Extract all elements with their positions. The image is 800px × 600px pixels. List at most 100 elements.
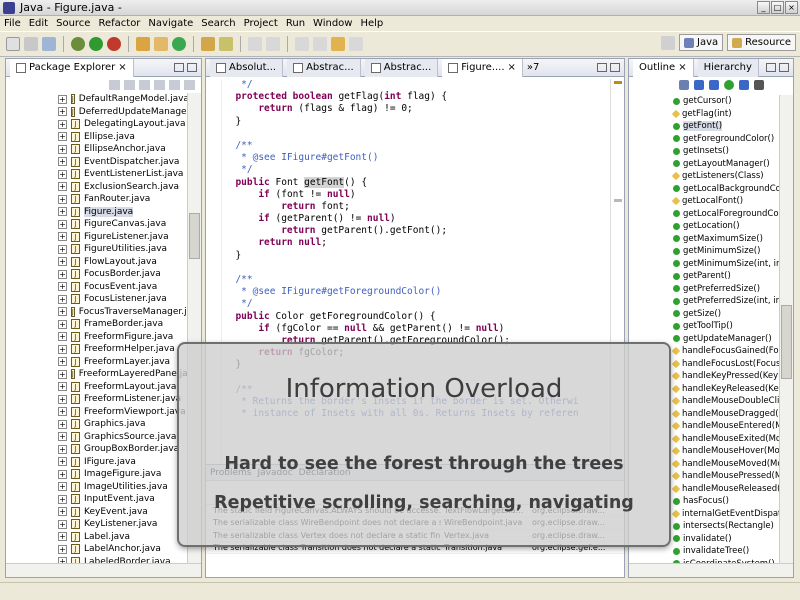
expand-icon[interactable]: + — [58, 182, 67, 192]
package-tree-item[interactable]: + J Figure.java — [6, 206, 187, 219]
expand-icon[interactable]: + — [58, 369, 67, 379]
package-tree-item[interactable]: + J GroupBoxBorder.java — [6, 443, 187, 456]
package-tree-item[interactable]: + J ImageFigure.java — [6, 468, 187, 481]
edit-icon[interactable] — [248, 37, 262, 51]
expand-icon[interactable]: + — [58, 132, 67, 142]
package-tree-item[interactable]: + J KeyListener.java — [6, 518, 187, 531]
maximize-view-icon[interactable] — [610, 63, 620, 72]
expand-icon[interactable]: + — [58, 219, 67, 229]
next-annotation-icon[interactable] — [295, 37, 309, 51]
open-type-icon[interactable] — [201, 37, 215, 51]
up-nav-icon[interactable] — [139, 80, 150, 90]
package-tree-item[interactable]: + J Label.java — [6, 531, 187, 544]
package-tree-item[interactable]: + J EventListenerList.java — [6, 168, 187, 181]
package-tree-item[interactable]: + J FigureCanvas.java — [6, 218, 187, 231]
debug-icon[interactable] — [71, 37, 85, 51]
new-icon[interactable] — [6, 37, 20, 51]
scrollbar-thumb[interactable] — [781, 305, 792, 379]
package-tree-item[interactable]: + J FocusEvent.java — [6, 281, 187, 294]
expand-icon[interactable]: + — [58, 244, 67, 254]
package-tree-item[interactable]: + J FreeformFigure.java — [6, 331, 187, 344]
outline-item[interactable]: getPreferredSize() — [629, 283, 779, 296]
outline-scrollbar[interactable] — [779, 95, 793, 563]
view-menu-icon[interactable] — [184, 80, 195, 90]
collapse-all-icon[interactable] — [154, 80, 165, 90]
outline-item[interactable]: getToolTip() — [629, 320, 779, 333]
package-tree-item[interactable]: + J FreeformViewport.java — [6, 406, 187, 419]
outline-item[interactable]: getLocalBackgroundColo — [629, 183, 779, 196]
outline-item[interactable]: getListeners(Class) — [629, 170, 779, 183]
expand-icon[interactable]: + — [58, 282, 67, 292]
package-tree-item[interactable]: + J FreeformLayeredPane.java — [6, 368, 187, 381]
expand-icon[interactable]: + — [58, 419, 67, 429]
package-tree-item[interactable]: + J FocusTraverseManager.jav — [6, 306, 187, 319]
package-tree-item[interactable]: + J ExclusionSearch.java — [6, 181, 187, 194]
outline-item[interactable]: getMinimumSize(int, int) — [629, 258, 779, 271]
expand-icon[interactable]: + — [58, 157, 67, 167]
close-button[interactable]: × — [785, 1, 798, 14]
outline-item[interactable]: getFlag(int) — [629, 108, 779, 121]
hide-nonpublic-icon[interactable] — [724, 80, 734, 90]
previous-annotation-icon[interactable] — [313, 37, 327, 51]
menu-item-search[interactable]: Search — [201, 18, 235, 29]
package-tree-item[interactable]: + J FreeformLayer.java — [6, 356, 187, 369]
outline-item[interactable]: getParent() — [629, 270, 779, 283]
package-tree-item[interactable]: + J FigureListener.java — [6, 231, 187, 244]
expand-icon[interactable]: + — [58, 394, 67, 404]
expand-icon[interactable]: + — [58, 532, 67, 542]
package-tree-item[interactable]: + J ImageUtilities.java — [6, 481, 187, 494]
sort-icon[interactable] — [679, 80, 689, 90]
back-nav-icon[interactable] — [109, 80, 120, 90]
back-icon[interactable] — [331, 37, 345, 51]
expand-icon[interactable]: + — [58, 307, 67, 317]
menu-item-navigate[interactable]: Navigate — [148, 18, 193, 29]
outline-item[interactable]: getForegroundColor() — [629, 133, 779, 146]
outline-item[interactable]: getMaximumSize() — [629, 233, 779, 246]
package-tree-item[interactable]: + J DefaultRangeModel.java — [6, 93, 187, 106]
save-icon[interactable] — [24, 37, 38, 51]
search-icon[interactable] — [219, 37, 233, 51]
new-class-icon[interactable] — [154, 37, 168, 51]
close-icon[interactable]: × — [118, 62, 126, 73]
editor-tab[interactable]: Absolut... — [210, 58, 284, 77]
print-icon[interactable] — [42, 37, 56, 51]
menu-item-window[interactable]: Window — [313, 18, 352, 29]
outline-item[interactable]: getSize() — [629, 308, 779, 321]
expand-icon[interactable]: + — [58, 544, 67, 554]
expand-icon[interactable]: + — [58, 482, 67, 492]
hide-fields-icon[interactable] — [694, 80, 704, 90]
occurrence-marker[interactable] — [614, 199, 622, 202]
hide-local-types-icon[interactable] — [739, 80, 749, 90]
expand-icon[interactable]: + — [58, 457, 67, 467]
expand-icon[interactable]: + — [58, 194, 67, 204]
expand-icon[interactable]: + — [58, 107, 67, 117]
expand-icon[interactable]: + — [58, 344, 67, 354]
view-menu-icon[interactable] — [754, 80, 764, 90]
minimize-view-icon[interactable] — [174, 63, 184, 72]
minimize-button[interactable]: _ — [757, 1, 770, 14]
expand-icon[interactable]: + — [58, 169, 67, 179]
package-tree-item[interactable]: + J FlowLayout.java — [6, 256, 187, 269]
editor-tab[interactable]: Abstrac... — [364, 58, 439, 77]
expand-icon[interactable]: + — [58, 494, 67, 504]
package-tree-item[interactable]: + J Ellipse.java — [6, 131, 187, 144]
package-tree-item[interactable]: + J FocusBorder.java — [6, 268, 187, 281]
expand-icon[interactable]: + — [58, 119, 67, 129]
expand-icon[interactable]: + — [58, 357, 67, 367]
package-tree-item[interactable]: + J Graphics.java — [6, 418, 187, 431]
expand-icon[interactable]: + — [58, 507, 67, 517]
package-tree-item[interactable]: + J GraphicsSource.java — [6, 431, 187, 444]
expand-icon[interactable]: + — [58, 469, 67, 479]
outline-item[interactable]: getCursor() — [629, 95, 779, 108]
expand-icon[interactable]: + — [58, 257, 67, 267]
menu-item-file[interactable]: File — [4, 18, 21, 29]
menu-item-help[interactable]: Help — [360, 18, 383, 29]
expand-icon[interactable]: + — [58, 144, 67, 154]
minimize-view-icon[interactable] — [766, 63, 776, 72]
expand-icon[interactable]: + — [58, 319, 67, 329]
package-tree-item[interactable]: + J FanRouter.java — [6, 193, 187, 206]
outline-item[interactable]: getLocalFont() — [629, 195, 779, 208]
expand-icon[interactable]: + — [58, 94, 67, 104]
minimize-view-icon[interactable] — [597, 63, 607, 72]
outline-item[interactable]: getFont() — [629, 120, 779, 133]
